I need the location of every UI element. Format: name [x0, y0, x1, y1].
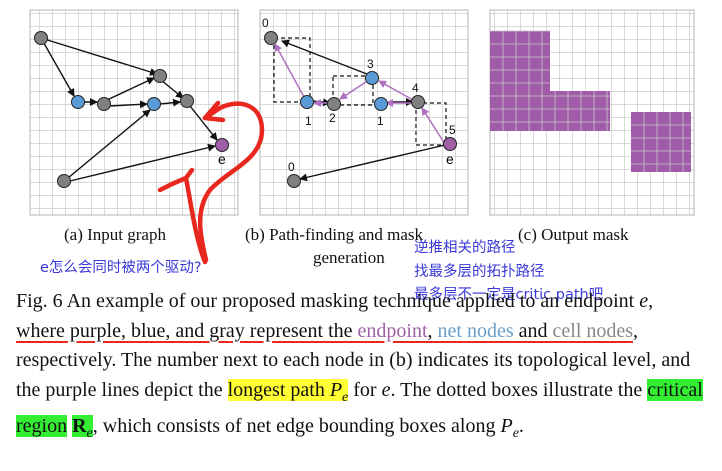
annotation-question: e怎么会同时被两个驱动? — [40, 260, 202, 276]
panel-c-output-mask — [489, 9, 695, 216]
annotation-note1: 逆推相关的路径 — [414, 240, 516, 256]
longest-path-highlight: longest path Pe — [227, 378, 349, 405]
subcaption-b-line2: generation — [313, 248, 385, 267]
cell-node — [327, 97, 341, 111]
level-label: 0 — [262, 16, 269, 30]
caption-text: , which consists of net edge bounding bo… — [92, 415, 501, 437]
cell-node — [287, 174, 301, 188]
region-symbol: Re — [72, 415, 93, 441]
endpoint-label-a: e — [218, 151, 226, 167]
level-label: 1 — [377, 114, 384, 128]
math-pe: P — [500, 415, 513, 437]
caption-text: , — [648, 290, 654, 312]
figure-panels: e 0 3 4 5 1 2 1 0 e — [29, 9, 695, 265]
figure-caption: Fig. 6 An example of our proposed maskin… — [16, 290, 703, 441]
caption-text: . The dotted boxes illustrate the — [390, 378, 648, 401]
subcaption-b-line1: (b) Path-finding and mask — [245, 225, 423, 244]
annotation-note2: 找最多层的拓扑路径 — [414, 264, 545, 280]
endpoint-node — [215, 138, 229, 152]
caption-text: Fig. 6 An example of our proposed maskin… — [16, 290, 640, 312]
subcaption-a: (a) Input graph — [64, 225, 166, 244]
cell-nodes-term: cell nodes — [552, 319, 634, 342]
subcaption-c: (c) Output mask — [518, 225, 629, 244]
math-e: e — [639, 290, 649, 312]
cell-node — [34, 31, 48, 45]
level-label: 5 — [449, 123, 456, 137]
net-node — [374, 97, 388, 111]
caption-text: and — [513, 319, 553, 342]
endpoint-label-b: e — [446, 151, 454, 167]
level-label: 1 — [305, 114, 312, 128]
endpoint-node — [443, 137, 457, 151]
level-label: 3 — [367, 57, 374, 71]
net-node — [71, 95, 85, 109]
net-nodes-term: net nodes — [437, 319, 514, 342]
cell-node — [97, 97, 111, 111]
net-node — [365, 71, 379, 85]
caption-text: . — [518, 415, 524, 437]
cell-node — [57, 174, 71, 188]
caption-text: for — [348, 378, 382, 401]
net-node — [147, 97, 161, 111]
caption-text: , — [427, 319, 433, 342]
cell-node — [264, 31, 278, 45]
cell-node — [153, 69, 167, 83]
caption-text: where purple, blue, and gray represent t… — [16, 319, 358, 342]
level-label: 2 — [329, 111, 336, 125]
cell-node — [180, 94, 194, 108]
net-node — [300, 95, 314, 109]
panel-b-path-finding: 0 3 4 5 1 2 1 0 e — [259, 9, 469, 216]
cell-node — [411, 95, 425, 109]
level-label: 4 — [412, 81, 419, 95]
endpoint-term: endpoint — [357, 319, 428, 342]
level-label: 0 — [288, 160, 295, 174]
